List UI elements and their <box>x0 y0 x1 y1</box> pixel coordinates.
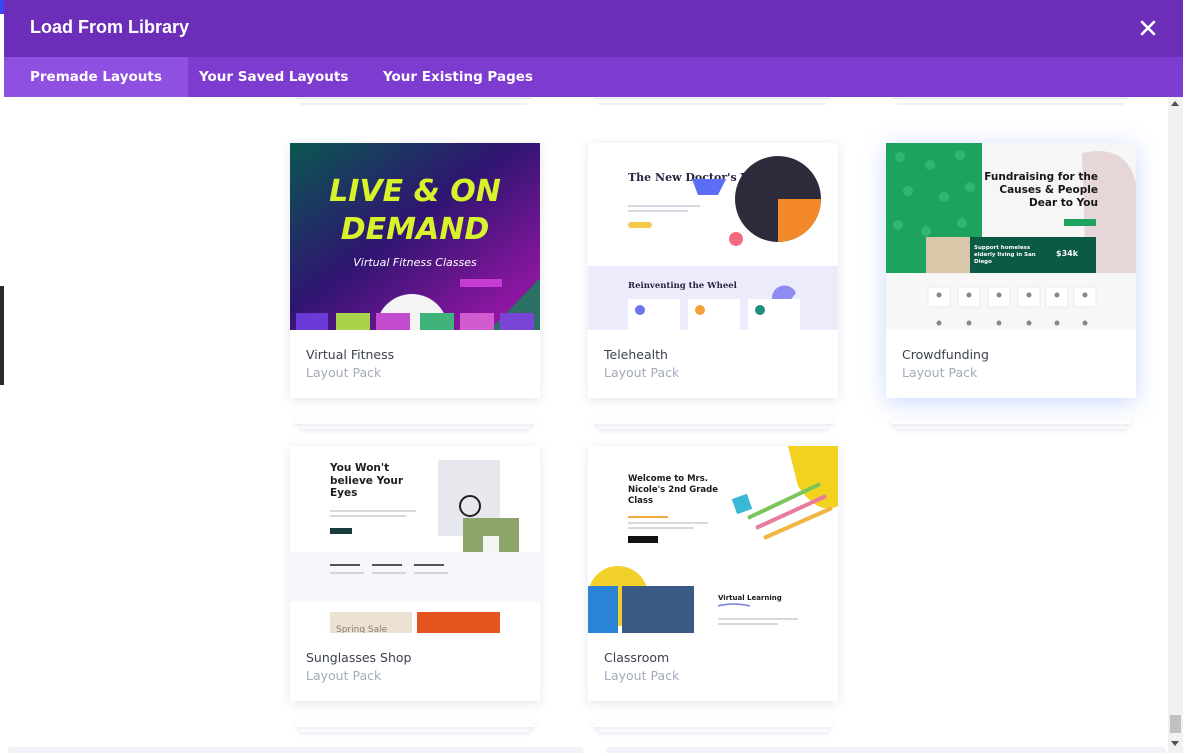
layout-grid: LIVE & ON DEMAND Virtual Fitness Classes <box>4 97 1168 753</box>
card-title: Sunglasses Shop <box>306 650 412 665</box>
thumb-headline: Welcome to Mrs. Nicole's 2nd Grade Class <box>628 474 718 506</box>
previous-card-stack <box>892 97 1128 99</box>
thumb-headline: LIVE & ON <box>329 174 501 209</box>
scroll-down-arrow-icon[interactable] <box>1171 741 1179 746</box>
modal-header: Load From Library <box>4 0 1183 57</box>
modal-title: Load From Library <box>30 17 190 37</box>
layout-thumbnail: Fundraising for the Causes & People Dear… <box>886 143 1136 330</box>
previous-card-stack <box>594 97 830 99</box>
tab-existing-pages[interactable]: Your Existing Pages <box>383 57 533 97</box>
layout-card-sunglasses-shop[interactable]: You Won't believe Your Eyes Spring Sale … <box>290 446 540 701</box>
card-title: Telehealth <box>604 347 668 362</box>
vertical-scrollbar[interactable] <box>1168 97 1183 753</box>
layout-card-telehealth-wrap: The New Doctor's Visit Reinventing the W… <box>588 143 838 429</box>
thumb-promo: Spring Sale <box>336 625 388 633</box>
previous-card-stack <box>599 103 825 105</box>
card-stack-layer <box>891 418 1131 424</box>
thumb-headline: You Won't believe Your Eyes <box>330 462 404 499</box>
card-stack-layer <box>593 721 833 727</box>
card-title: Classroom <box>604 650 670 665</box>
library-modal: Load From Library Premade Layouts Your S… <box>4 0 1183 753</box>
thumb-banner: Support homeless elderly living in San D… <box>974 245 1036 265</box>
card-subtitle: Layout Pack <box>306 668 382 683</box>
close-icon <box>1140 20 1156 36</box>
layout-card-virtual-fitness[interactable]: LIVE & ON DEMAND Virtual Fitness Classes <box>290 143 540 398</box>
thumb-section: Reinventing the Wheel <box>628 281 738 291</box>
previous-card-stack <box>296 97 532 99</box>
layout-card-virtual-fitness-wrap: LIVE & ON DEMAND Virtual Fitness Classes <box>290 143 540 429</box>
layout-thumbnail: LIVE & ON DEMAND Virtual Fitness Classes <box>290 143 540 330</box>
previous-card-stack <box>897 103 1123 105</box>
card-title: Virtual Fitness <box>306 347 395 362</box>
thumb-headline: Fundraising for the Causes & People Dear… <box>984 171 1098 209</box>
layout-card-telehealth[interactable]: The New Doctor's Visit Reinventing the W… <box>588 143 838 398</box>
next-row-peek <box>8 747 583 753</box>
layout-card-crowdfunding-wrap: Fundraising for the Causes & People Dear… <box>886 143 1136 429</box>
card-subtitle: Layout Pack <box>902 365 978 380</box>
layout-card-classroom[interactable]: Welcome to Mrs. Nicole's 2nd Grade Class <box>588 446 838 701</box>
layout-thumbnail: Welcome to Mrs. Nicole's 2nd Grade Class <box>588 446 838 633</box>
card-stack-layer <box>295 721 535 727</box>
next-row-peek <box>606 747 1166 753</box>
card-subtitle: Layout Pack <box>604 365 680 380</box>
thumb-tagline: Virtual Fitness Classes <box>353 256 477 269</box>
card-stack-layer <box>593 418 833 424</box>
layout-card-sunglasses-shop-wrap: You Won't believe Your Eyes Spring Sale … <box>290 446 540 732</box>
card-subtitle: Layout Pack <box>306 365 382 380</box>
thumb-section: Virtual Learning <box>718 594 782 602</box>
layout-thumbnail: You Won't believe Your Eyes Spring Sale <box>290 446 540 633</box>
layout-card-crowdfunding[interactable]: Fundraising for the Causes & People Dear… <box>886 143 1136 398</box>
tab-premade-layouts[interactable]: Premade Layouts <box>4 57 188 97</box>
card-subtitle: Layout Pack <box>604 668 680 683</box>
library-tabs: Premade Layouts Your Saved Layouts Your … <box>4 57 1183 97</box>
previous-card-stack <box>301 103 527 105</box>
thumb-headline: DEMAND <box>341 212 489 247</box>
layout-thumbnail: The New Doctor's Visit Reinventing the W… <box>588 143 838 330</box>
tab-saved-layouts[interactable]: Your Saved Layouts <box>199 57 348 97</box>
scroll-thumb[interactable] <box>1170 715 1181 733</box>
thumb-amount: $34k <box>1056 249 1079 258</box>
card-title: Crowdfunding <box>902 347 989 362</box>
close-button[interactable] <box>1135 15 1161 41</box>
scroll-up-arrow-icon[interactable] <box>1171 101 1179 106</box>
layout-card-classroom-wrap: Welcome to Mrs. Nicole's 2nd Grade Class <box>588 446 838 732</box>
card-stack-layer <box>295 418 535 424</box>
